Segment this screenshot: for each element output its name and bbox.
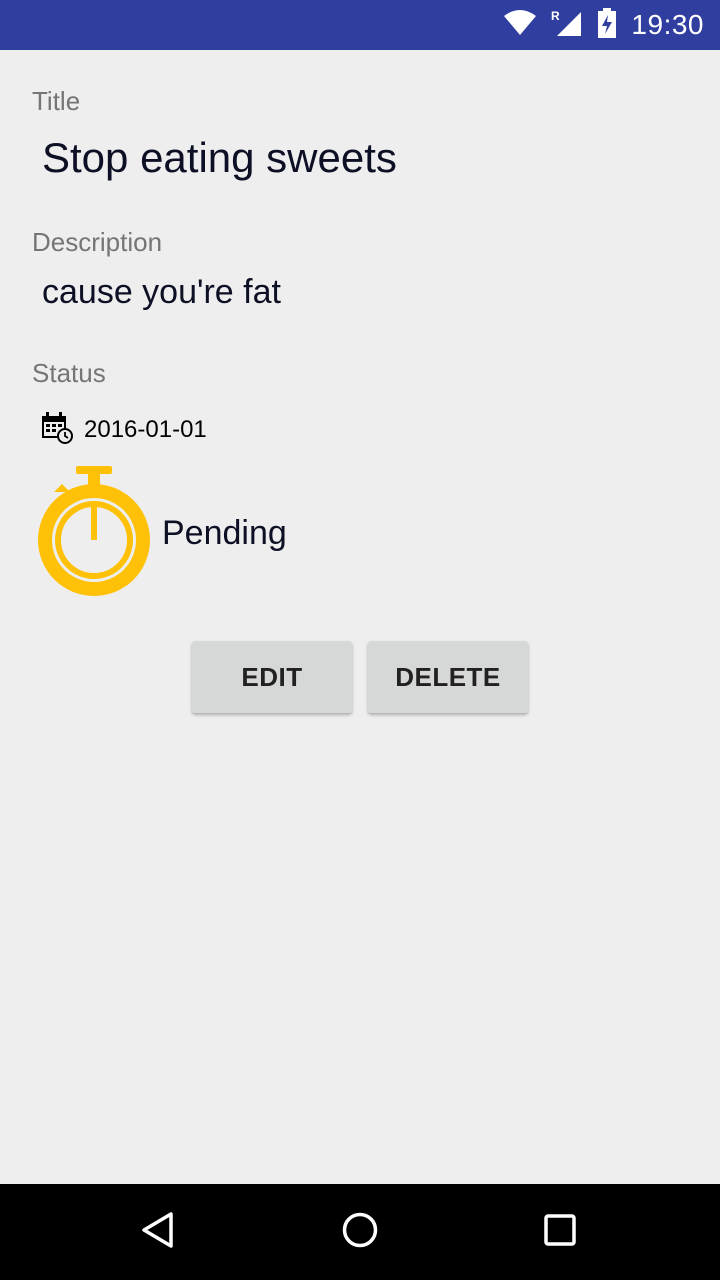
status-label: Status	[32, 358, 106, 388]
task-state-row: Pending	[38, 464, 287, 603]
status-icons: R 19:30	[503, 0, 704, 50]
recents-icon	[540, 1210, 580, 1255]
calendar-clock-icon	[40, 411, 74, 450]
wifi-icon	[503, 9, 537, 41]
due-date: 2016-01-01	[84, 416, 207, 443]
recents-button[interactable]	[500, 1184, 620, 1280]
edit-button[interactable]: EDIT	[192, 641, 352, 713]
navigation-bar	[0, 1184, 720, 1280]
home-button[interactable]	[300, 1184, 420, 1280]
title-label: Title	[32, 86, 81, 116]
back-icon	[140, 1210, 180, 1255]
stopwatch-icon	[38, 464, 154, 603]
title-value: Stop eating sweets	[42, 134, 397, 181]
battery-charging-icon	[597, 7, 617, 43]
description-value: cause you're fat	[42, 273, 281, 311]
signal-roaming-icon: R	[551, 8, 583, 43]
svg-text:R: R	[551, 9, 560, 23]
home-icon	[340, 1210, 380, 1255]
task-state: Pending	[162, 513, 287, 552]
status-bar: R 19:30	[0, 0, 720, 50]
back-button[interactable]	[100, 1184, 220, 1280]
due-date-row: 2016-01-01	[40, 411, 207, 450]
delete-button[interactable]: DELETE	[368, 641, 528, 713]
description-label: Description	[32, 227, 163, 257]
task-detail-screen: R 19:30 Title Stop eating sweets Descrip…	[0, 0, 720, 1280]
status-time: 19:30	[631, 9, 704, 40]
